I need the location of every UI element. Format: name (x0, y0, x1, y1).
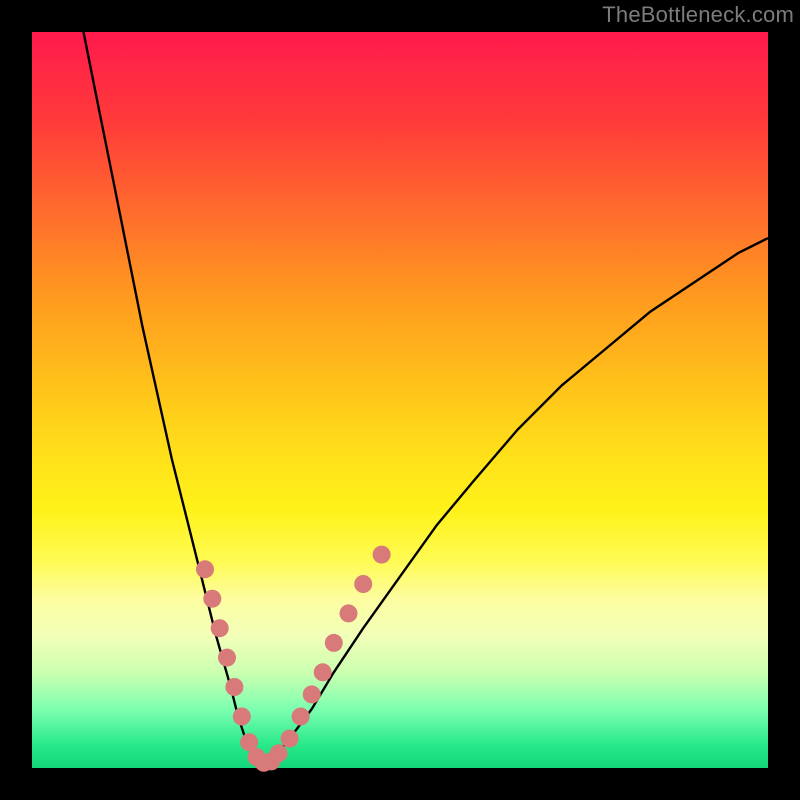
curve-layer (32, 32, 768, 768)
watermark-text: TheBottleneck.com (602, 2, 794, 28)
highlight-marker (225, 678, 243, 696)
highlight-marker (314, 663, 332, 681)
highlight-marker (196, 560, 214, 578)
highlight-marker (292, 708, 310, 726)
highlight-marker (233, 708, 251, 726)
plot-area (32, 32, 768, 768)
highlight-marker (218, 649, 236, 667)
highlight-marker (340, 604, 358, 622)
marker-group (196, 546, 391, 772)
chart-frame: TheBottleneck.com (0, 0, 800, 800)
highlight-marker (303, 685, 321, 703)
highlight-marker (325, 634, 343, 652)
highlight-marker (354, 575, 372, 593)
highlight-marker (211, 619, 229, 637)
right-branch-curve (260, 238, 768, 764)
highlight-marker (373, 546, 391, 564)
highlight-marker (270, 744, 288, 762)
highlight-marker (281, 730, 299, 748)
highlight-marker (203, 590, 221, 608)
